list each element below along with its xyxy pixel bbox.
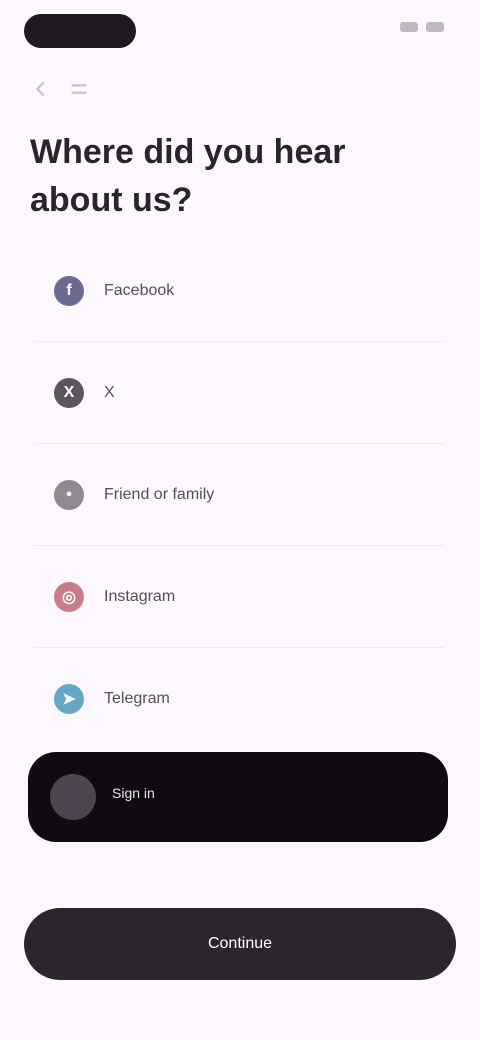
option-facebook[interactable]: f Facebook	[34, 240, 444, 342]
x-icon: X	[54, 377, 84, 408]
status-pill	[24, 14, 136, 48]
source-options-list: f Facebook X X • Friend or family ◎ Inst…	[34, 240, 444, 750]
account-name: Sign in	[112, 785, 155, 801]
continue-button[interactable]: Continue	[24, 908, 456, 980]
avatar	[50, 774, 96, 820]
instagram-icon: ◎	[54, 581, 84, 612]
option-label: Facebook	[104, 281, 175, 299]
telegram-icon: ➤	[54, 684, 84, 714]
option-label: X	[104, 383, 115, 401]
signal-icon	[400, 22, 418, 32]
menu-icon[interactable]	[68, 78, 90, 100]
option-label: Telegram	[104, 690, 170, 707]
page-title: Where did you hear about us?	[30, 133, 346, 219]
people-icon: •	[54, 479, 84, 510]
battery-icon	[426, 22, 444, 32]
option-instagram[interactable]: ◎ Instagram	[34, 546, 444, 648]
nav-row	[30, 78, 90, 100]
option-label: Friend or family	[104, 485, 215, 503]
option-x[interactable]: X X	[34, 342, 444, 444]
account-text: Sign in	[112, 785, 155, 809]
option-label: Instagram	[104, 587, 176, 605]
option-friend-family[interactable]: • Friend or family	[34, 444, 444, 546]
option-telegram[interactable]: ➤ Telegram	[34, 648, 444, 750]
facebook-icon: f	[54, 275, 84, 306]
status-icons	[392, 22, 444, 32]
account-card[interactable]: Sign in	[28, 752, 448, 842]
back-arrow-icon[interactable]	[30, 78, 52, 100]
